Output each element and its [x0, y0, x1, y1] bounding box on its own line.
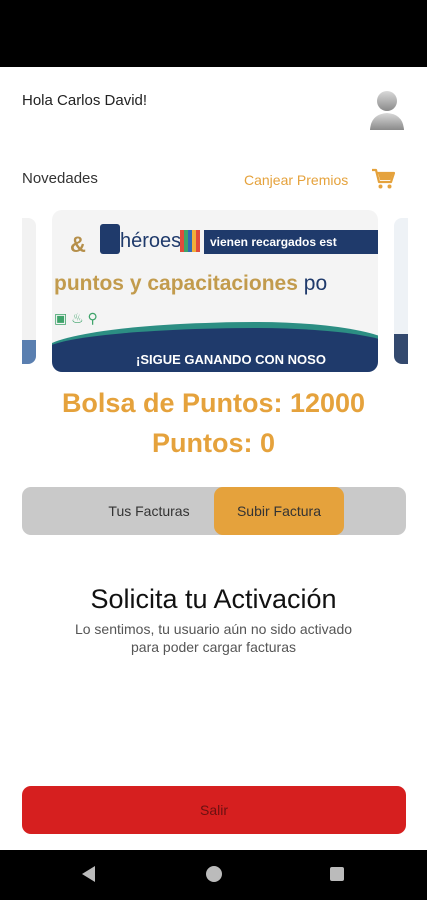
- tab-your-invoices[interactable]: Tus Facturas: [86, 487, 212, 535]
- carousel-next-slide[interactable]: [394, 218, 408, 364]
- greeting-text: Hola Carlos David!: [22, 92, 148, 109]
- exit-button[interactable]: Salir: [22, 786, 406, 834]
- banner-headline: puntos y capacitaciones po: [54, 272, 327, 296]
- home-icon[interactable]: [206, 866, 222, 882]
- recent-apps-icon[interactable]: [330, 867, 344, 881]
- redeem-prizes-link[interactable]: Canjear Premios: [244, 172, 348, 188]
- activation-message-line1: Lo sentimos, tu usuario aún no sido acti…: [74, 621, 353, 637]
- app-screen: Hola Carlos David! Novedades Canjear Pre…: [0, 0, 427, 900]
- banner-headline-main: puntos y capacitaciones: [54, 272, 298, 295]
- banner-logo-mark: [100, 224, 120, 254]
- status-bar: [0, 0, 427, 67]
- activation-title: Solicita tu Activación: [90, 584, 337, 614]
- activation-message: Lo sentimos, tu usuario aún no sido acti…: [0, 620, 427, 656]
- banner-tagline: vienen recargados est: [204, 230, 378, 254]
- activation-message-line2: para poder cargar facturas: [131, 639, 296, 655]
- banner-headline-tail: po: [303, 272, 328, 295]
- banner-cta-text: ¡SIGUE GANANDO CON NOSO: [136, 352, 326, 367]
- books-icon: [180, 230, 200, 252]
- shopping-cart-icon[interactable]: [371, 168, 395, 190]
- news-section-label: Novedades: [22, 170, 98, 187]
- tab-upload-invoice[interactable]: Subir Factura: [214, 487, 344, 535]
- carousel-prev-slide[interactable]: [22, 218, 36, 364]
- points-text: Puntos: 0: [151, 428, 275, 458]
- user-avatar-icon[interactable]: [367, 86, 407, 130]
- banner-logo-text: héroes: [120, 230, 182, 252]
- banner-ampersand: &: [70, 232, 86, 257]
- back-icon[interactable]: [82, 866, 95, 882]
- points-bag-text: Bolsa de Puntos: 12000: [61, 388, 366, 418]
- banner-decor-icons: ▣ ♨ ⚲: [54, 310, 98, 326]
- invoice-tabs: Tus Facturas Subir Factura: [22, 487, 406, 535]
- news-banner[interactable]: & héroes vienen recargados est puntos y …: [52, 210, 378, 372]
